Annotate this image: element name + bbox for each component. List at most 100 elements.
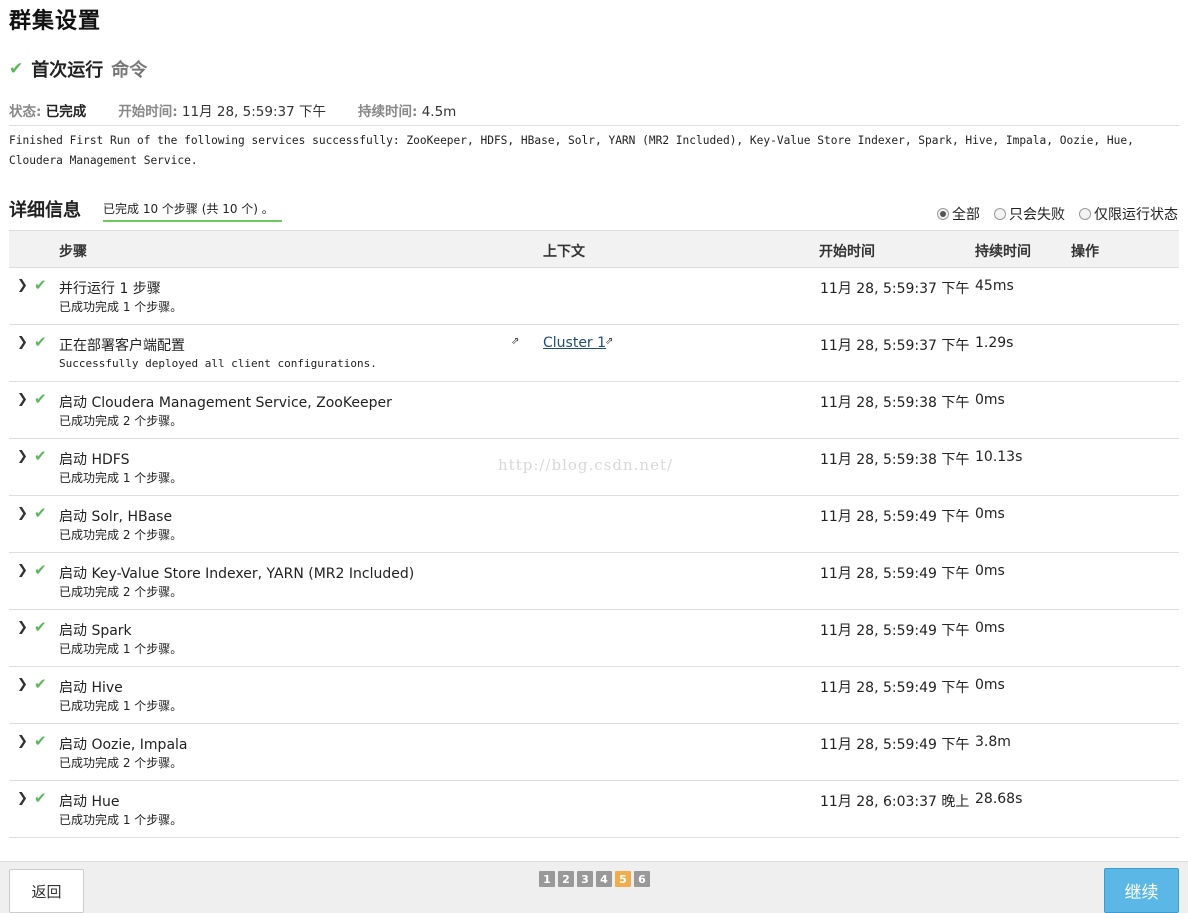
step-duration: 0ms — [975, 563, 1005, 579]
command-type: 命令 — [111, 60, 148, 81]
step-pager: 1 2 3 4 5 6 — [539, 871, 650, 887]
table-row: ❯ ✔ 启动 Key-Value Store Indexer, YARN (MR… — [9, 553, 1179, 610]
step-detail: 已成功完成 1 个步骤。 — [59, 300, 183, 314]
chevron-right-icon[interactable]: ❯ — [17, 734, 28, 749]
step-duration: 0ms — [975, 620, 1005, 636]
command-meta: 状态: 已完成 开始时间: 11月 28, 5:59:37 下午 持续时间: 4… — [9, 100, 488, 120]
check-icon: ✔ — [34, 789, 47, 807]
step-start-time: 11月 28, 5:59:49 下午 — [820, 566, 970, 582]
header-step: 步骤 — [59, 244, 87, 260]
radio-icon[interactable] — [1079, 208, 1091, 220]
details-header: 详细信息 已完成 10 个步骤 (共 10 个) 。 — [9, 196, 282, 222]
chevron-right-icon[interactable]: ❯ — [17, 392, 28, 407]
step-name: 启动 Spark — [59, 623, 132, 639]
external-link-icon[interactable]: ⇗ — [605, 336, 613, 347]
chevron-right-icon[interactable]: ❯ — [17, 506, 28, 521]
step-detail: 已成功完成 2 个步骤。 — [59, 756, 183, 770]
step-duration: 28.68s — [975, 791, 1023, 807]
chevron-right-icon[interactable]: ❯ — [17, 335, 28, 350]
table-row: ❯ ✔ 并行运行 1 步骤 已成功完成 1 个步骤。 11月 28, 5:59:… — [9, 268, 1179, 325]
filter-running-label: 仅限运行状态 — [1094, 207, 1178, 223]
step-start-time: 11月 28, 5:59:37 下午 — [820, 338, 970, 354]
filter-failed-label: 只会失败 — [1009, 207, 1065, 223]
step-detail: 已成功完成 1 个步骤。 — [59, 699, 183, 713]
page-step-5[interactable]: 5 — [615, 871, 631, 887]
check-icon: ✔ — [34, 333, 47, 351]
page-step-2[interactable]: 2 — [558, 871, 574, 887]
step-name: 正在部署客户端配置 — [59, 338, 185, 354]
check-icon: ✔ — [34, 447, 47, 465]
filter-group: 全部 只会失败 仅限运行状态 — [937, 204, 1178, 224]
context-link-cluster[interactable]: Cluster 1 — [543, 335, 606, 351]
chevron-right-icon[interactable]: ❯ — [17, 563, 28, 578]
step-detail: 已成功完成 1 个步骤。 — [59, 642, 183, 656]
table-row: ❯ ✔ 启动 Solr, HBase 已成功完成 2 个步骤。 11月 28, … — [9, 496, 1179, 553]
back-button[interactable]: 返回 — [9, 869, 84, 913]
step-name: 启动 Solr, HBase — [59, 509, 173, 525]
step-start-time: 11月 28, 5:59:38 下午 — [820, 452, 970, 468]
page-step-1[interactable]: 1 — [539, 871, 555, 887]
header-context: 上下文 — [543, 244, 585, 260]
radio-icon[interactable] — [937, 208, 949, 220]
header-start-time: 开始时间 — [819, 244, 875, 260]
step-start-time: 11月 28, 5:59:49 下午 — [820, 737, 970, 753]
start-time-label: 开始时间: — [118, 104, 178, 120]
status-value: 已完成 — [45, 104, 87, 120]
check-icon: ✔ — [34, 618, 47, 636]
table-row: ❯ ✔ 启动 Hive 已成功完成 1 个步骤。 11月 28, 5:59:49… — [9, 667, 1179, 724]
step-duration: 0ms — [975, 506, 1005, 522]
table-row: ❯ ✔ 启动 Spark 已成功完成 1 个步骤。 11月 28, 5:59:4… — [9, 610, 1179, 667]
step-detail: Successfully deployed all client configu… — [59, 357, 377, 370]
header-actions: 操作 — [1071, 244, 1099, 260]
filter-running-only[interactable]: 仅限运行状态 — [1079, 204, 1178, 224]
command-header: ✔ 首次运行 命令 — [9, 56, 147, 82]
check-icon: ✔ — [9, 59, 24, 79]
steps-table: 步骤 上下文 开始时间 持续时间 操作 ❯ ✔ 并行运行 1 步骤 已成功完成 … — [9, 230, 1179, 838]
check-icon: ✔ — [34, 390, 47, 408]
watermark: http://blog.csdn.net/ — [498, 456, 674, 474]
table-header: 步骤 上下文 开始时间 持续时间 操作 — [9, 230, 1179, 268]
duration-value: 4.5m — [421, 104, 457, 120]
progress-text: 已完成 10 个步骤 (共 10 个) 。 — [103, 200, 282, 222]
status-label: 状态: — [9, 104, 42, 120]
step-name: 启动 Key-Value Store Indexer, YARN (MR2 In… — [59, 566, 415, 582]
chevron-right-icon[interactable]: ❯ — [17, 449, 28, 464]
check-icon: ✔ — [34, 732, 47, 750]
chevron-right-icon[interactable]: ❯ — [17, 620, 28, 635]
filter-failed-only[interactable]: 只会失败 — [994, 204, 1065, 224]
footer-bar: 返回 1 2 3 4 5 6 继续 — [0, 861, 1188, 913]
chevron-right-icon[interactable]: ❯ — [17, 677, 28, 692]
table-row: ❯ ✔ 正在部署客户端配置 Successfully deployed all … — [9, 325, 1179, 382]
table-row: ❯ ✔ 启动 Hue 已成功完成 1 个步骤。 11月 28, 6:03:37 … — [9, 781, 1179, 838]
step-duration: 10.13s — [975, 449, 1023, 465]
step-name: 启动 Oozie, Impala — [59, 737, 188, 753]
page-step-6[interactable]: 6 — [634, 871, 650, 887]
check-icon: ✔ — [34, 276, 47, 294]
step-start-time: 11月 28, 5:59:38 下午 — [820, 395, 970, 411]
filter-all-label: 全部 — [952, 207, 980, 223]
step-start-time: 11月 28, 5:59:49 下午 — [820, 509, 970, 525]
chevron-right-icon[interactable]: ❯ — [17, 278, 28, 293]
continue-button[interactable]: 继续 — [1104, 868, 1179, 913]
step-name: 并行运行 1 步骤 — [59, 281, 161, 297]
table-row: ❯ ✔ 启动 Cloudera Management Service, ZooK… — [9, 382, 1179, 439]
radio-icon[interactable] — [994, 208, 1006, 220]
header-duration: 持续时间 — [975, 244, 1031, 260]
step-name: 启动 HDFS — [59, 452, 130, 468]
chevron-right-icon[interactable]: ❯ — [17, 791, 28, 806]
details-title: 详细信息 — [9, 200, 81, 221]
step-name: 启动 Hue — [59, 794, 120, 810]
page-step-4[interactable]: 4 — [596, 871, 612, 887]
step-start-time: 11月 28, 5:59:49 下午 — [820, 623, 970, 639]
step-name: 启动 Hive — [59, 680, 123, 696]
step-duration: 1.29s — [975, 335, 1014, 351]
step-duration: 0ms — [975, 392, 1005, 408]
step-start-time: 11月 28, 5:59:37 下午 — [820, 281, 970, 297]
step-name: 启动 Cloudera Management Service, ZooKeepe… — [59, 395, 392, 411]
divider — [9, 125, 1179, 126]
filter-all[interactable]: 全部 — [937, 204, 980, 224]
start-time-value: 11月 28, 5:59:37 下午 — [181, 104, 326, 120]
page-step-3[interactable]: 3 — [577, 871, 593, 887]
summary-text: Finished First Run of the following serv… — [9, 134, 1134, 167]
external-link-icon[interactable]: ⇗ — [511, 336, 519, 347]
